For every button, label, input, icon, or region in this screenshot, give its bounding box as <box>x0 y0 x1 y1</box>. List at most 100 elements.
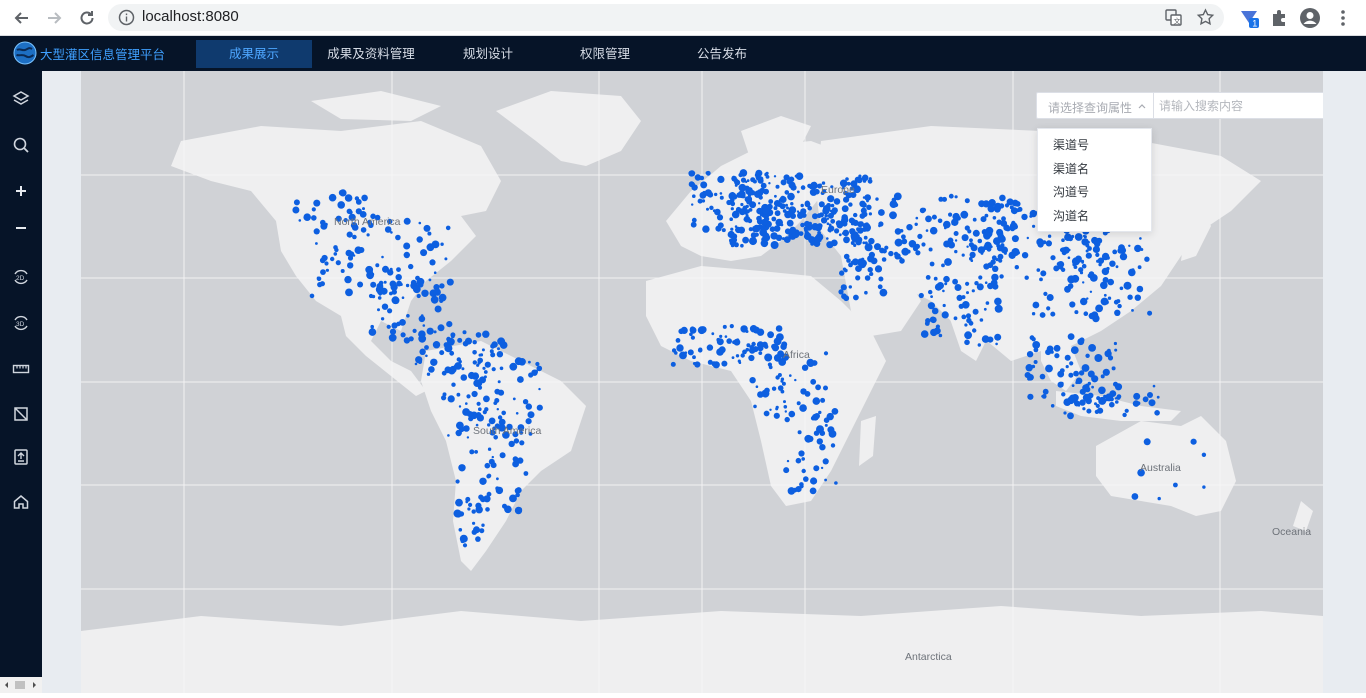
site-marker[interactable] <box>937 218 943 224</box>
site-marker[interactable] <box>746 179 750 182</box>
site-marker[interactable] <box>395 274 402 281</box>
site-marker[interactable] <box>983 263 990 270</box>
site-marker[interactable] <box>735 354 740 358</box>
site-marker[interactable] <box>830 203 835 208</box>
site-marker[interactable] <box>830 218 836 224</box>
site-marker[interactable] <box>724 335 728 338</box>
site-marker[interactable] <box>458 528 463 532</box>
site-marker[interactable] <box>1031 364 1036 369</box>
site-marker[interactable] <box>468 371 476 380</box>
site-marker[interactable] <box>1133 392 1141 400</box>
site-marker[interactable] <box>788 410 796 418</box>
site-marker[interactable] <box>478 494 484 500</box>
site-marker[interactable] <box>410 279 417 286</box>
site-marker[interactable] <box>972 217 977 222</box>
site-marker[interactable] <box>481 523 485 527</box>
site-marker[interactable] <box>780 195 785 201</box>
browser-menu-icon[interactable] <box>1332 7 1354 29</box>
site-marker[interactable] <box>779 203 786 210</box>
site-marker[interactable] <box>689 170 696 177</box>
site-marker[interactable] <box>481 348 485 352</box>
site-marker[interactable] <box>786 179 791 184</box>
site-marker[interactable] <box>915 216 919 220</box>
site-marker[interactable] <box>1095 252 1100 257</box>
site-marker[interactable] <box>403 242 411 250</box>
site-marker[interactable] <box>392 297 400 305</box>
site-marker[interactable] <box>947 237 954 244</box>
site-marker[interactable] <box>838 233 842 237</box>
site-marker[interactable] <box>472 340 477 345</box>
site-marker[interactable] <box>826 237 829 240</box>
nav-announcement[interactable]: 公告发布 <box>674 40 770 68</box>
site-marker[interactable] <box>1095 304 1103 313</box>
site-marker[interactable] <box>1074 310 1079 315</box>
site-marker[interactable] <box>474 450 478 454</box>
site-marker[interactable] <box>1087 381 1091 386</box>
translate-icon[interactable]: 文 <box>1164 8 1183 27</box>
site-marker[interactable] <box>803 232 812 240</box>
site-marker[interactable] <box>747 193 752 197</box>
view-3d-button[interactable]: 3D <box>11 313 31 333</box>
site-marker[interactable] <box>1131 493 1139 500</box>
site-marker[interactable] <box>709 205 714 210</box>
site-marker[interactable] <box>1050 350 1054 354</box>
site-marker[interactable] <box>690 182 696 188</box>
site-marker[interactable] <box>1045 364 1053 373</box>
site-marker[interactable] <box>1109 260 1116 267</box>
site-marker[interactable] <box>953 316 958 321</box>
site-marker[interactable] <box>814 235 822 243</box>
site-marker[interactable] <box>816 438 823 445</box>
site-marker[interactable] <box>439 350 445 356</box>
site-marker[interactable] <box>967 229 972 234</box>
site-marker[interactable] <box>495 486 500 491</box>
site-marker[interactable] <box>941 263 945 268</box>
site-marker[interactable] <box>439 283 445 289</box>
site-marker[interactable] <box>999 274 1004 279</box>
site-marker[interactable] <box>1072 262 1076 267</box>
site-marker[interactable] <box>948 193 954 199</box>
site-marker[interactable] <box>466 394 471 399</box>
site-marker[interactable] <box>964 331 972 340</box>
site-marker[interactable] <box>1136 285 1144 293</box>
site-marker[interactable] <box>801 364 809 371</box>
site-marker[interactable] <box>321 254 328 262</box>
site-marker[interactable] <box>747 218 753 224</box>
site-marker[interactable] <box>1106 256 1110 260</box>
site-marker[interactable] <box>433 288 441 296</box>
site-marker[interactable] <box>1124 408 1129 413</box>
site-marker[interactable] <box>822 458 829 465</box>
view-2d-button[interactable]: 2D <box>11 267 31 287</box>
site-marker[interactable] <box>966 245 969 248</box>
site-marker[interactable] <box>749 237 757 246</box>
site-marker[interactable] <box>783 405 788 409</box>
site-marker[interactable] <box>389 280 397 288</box>
site-marker[interactable] <box>775 375 780 380</box>
site-marker[interactable] <box>408 336 414 342</box>
site-marker[interactable] <box>808 221 812 226</box>
site-marker[interactable] <box>800 203 804 208</box>
site-marker[interactable] <box>1082 281 1085 284</box>
site-marker[interactable] <box>346 231 353 238</box>
site-marker[interactable] <box>776 333 784 341</box>
site-marker[interactable] <box>1025 364 1033 372</box>
site-marker[interactable] <box>997 233 1005 241</box>
site-marker[interactable] <box>1079 337 1085 343</box>
site-marker[interactable] <box>1089 290 1093 293</box>
attribute-select[interactable]: 请选择查询属性 <box>1037 93 1154 118</box>
site-marker[interactable] <box>333 252 338 256</box>
site-marker[interactable] <box>496 477 499 481</box>
site-marker[interactable] <box>796 401 801 406</box>
site-marker[interactable] <box>1067 333 1075 340</box>
site-marker[interactable] <box>824 478 827 482</box>
site-marker[interactable] <box>368 328 377 336</box>
site-marker[interactable] <box>417 281 424 288</box>
site-marker[interactable] <box>1001 246 1008 254</box>
site-marker[interactable] <box>965 313 972 319</box>
site-marker[interactable] <box>786 206 789 210</box>
site-marker[interactable] <box>395 234 401 241</box>
site-marker[interactable] <box>826 241 834 249</box>
site-marker[interactable] <box>490 352 496 358</box>
site-marker[interactable] <box>994 297 1002 306</box>
site-marker[interactable] <box>838 289 844 295</box>
site-marker[interactable] <box>1053 344 1061 352</box>
